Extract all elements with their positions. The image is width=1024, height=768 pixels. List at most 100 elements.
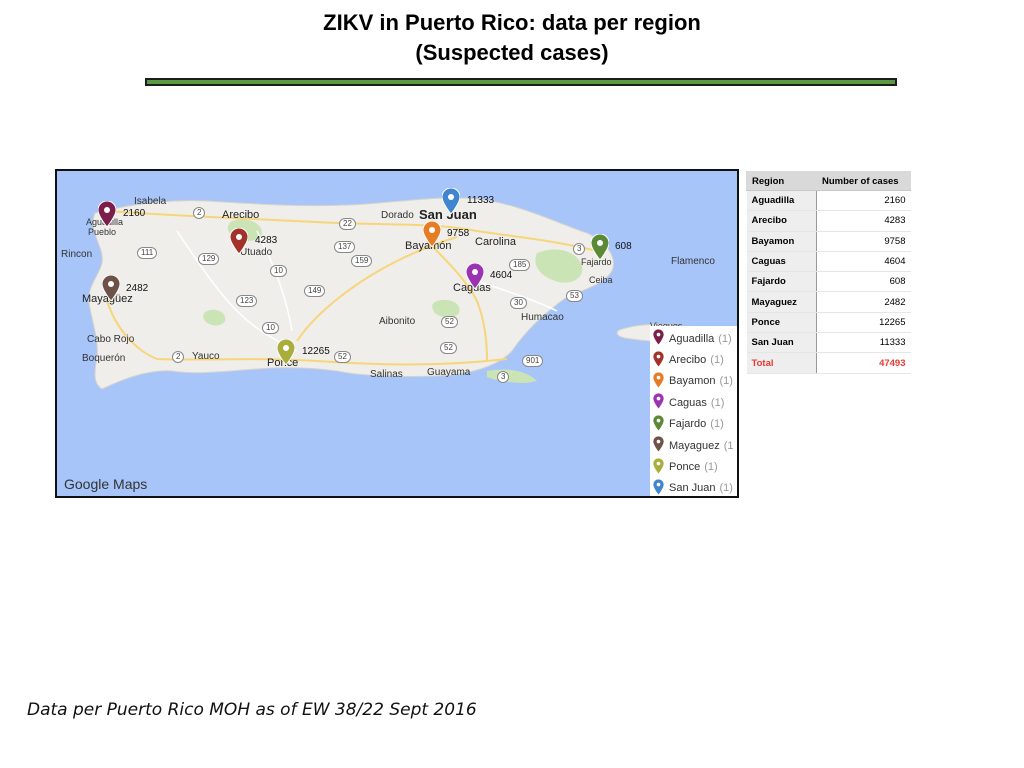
legend-label: Bayamon (669, 375, 716, 388)
map-pin-icon (650, 371, 669, 391)
legend-label: Arecibo (669, 354, 707, 367)
legend-count: (1) (710, 354, 724, 367)
map-marker-aguadilla[interactable] (97, 200, 117, 228)
region-cell: Caguas (746, 251, 817, 273)
region-cell: Fajardo (746, 271, 817, 293)
map-marker-arecibo[interactable] (229, 227, 249, 255)
cases-cell: 608 (816, 271, 911, 293)
table-row: San Juan 11333 (746, 332, 911, 354)
table-row: Mayaguez 2482 (746, 291, 911, 313)
legend-label: Caguas (669, 396, 707, 409)
place-guayama: Guayama (427, 367, 471, 378)
column-header-cases: Number of cases (816, 171, 911, 191)
place-dorado: Dorado (381, 210, 414, 221)
legend-count: (1) (719, 375, 733, 388)
region-cell: Mayaguez (746, 291, 817, 313)
map-marker-value: 2482 (126, 283, 149, 294)
cases-cell: 4283 (816, 210, 911, 232)
cases-cell: 2482 (816, 291, 911, 313)
road-shield: 149 (304, 285, 326, 297)
legend-item[interactable]: Fajardo (1) (650, 414, 737, 435)
place-yauco: Yauco (192, 351, 220, 362)
legend-count: (1) (718, 332, 732, 345)
table-row: Aguadilla 2160 (746, 190, 911, 212)
map-marker-caguas[interactable] (465, 262, 485, 290)
region-cell: San Juan (746, 332, 817, 354)
cases-cell: 4604 (816, 251, 911, 273)
legend-item[interactable]: Aguadilla (1) (650, 328, 737, 349)
road-shield: 30 (510, 297, 527, 309)
road-shield: 10 (262, 322, 279, 334)
place-rincon: Rincon (61, 249, 93, 260)
road-shield: 22 (339, 218, 356, 230)
column-header-region: Region (746, 171, 817, 191)
map-marker-value: 2160 (123, 208, 146, 219)
road-shield: 159 (351, 255, 373, 267)
road-shield: 129 (198, 253, 220, 265)
map-pin-icon (650, 435, 669, 455)
cases-cell: 11333 (816, 332, 911, 354)
road-shield: 123 (236, 295, 258, 307)
map-legend: Aguadilla (1) Arecibo (1) Bayamon (1) Caguas (1… (650, 326, 737, 496)
cases-cell: 2160 (816, 190, 911, 212)
legend-count: (1) (710, 418, 724, 431)
cases-cell: 9758 (816, 231, 911, 252)
legend-item[interactable]: Bayamon (1) (650, 371, 737, 392)
map-attribution: Google Maps (64, 476, 148, 492)
legend-count: (1 (723, 439, 734, 452)
map-marker-value: 11333 (467, 195, 495, 206)
place-cabo-rojo: Cabo Rojo (87, 334, 135, 345)
legend-item[interactable]: Caguas (1) (650, 392, 737, 413)
title-line-1: ZIKV in Puerto Rico: data per region (323, 10, 701, 35)
map-pin-icon (650, 457, 669, 477)
place-arecibo: Arecibo (222, 209, 260, 221)
place-carolina: Carolina (475, 236, 516, 248)
table-row: Caguas 4604 (746, 251, 911, 273)
cases-cell: 12265 (816, 312, 911, 334)
map-marker-ponce[interactable] (276, 338, 296, 366)
map-marker-value: 4604 (490, 270, 513, 281)
legend-count: (1) (710, 396, 725, 409)
legend-item[interactable]: Arecibo (1) (650, 349, 737, 370)
total-value: 47493 (816, 352, 911, 374)
table-total-row: Total 47493 (746, 352, 911, 374)
road-shield: 901 (522, 355, 544, 367)
region-cell: Arecibo (746, 210, 817, 232)
map-marker-value: 4283 (255, 235, 278, 246)
legend-label: Ponce (669, 461, 701, 474)
legend-label: Aguadilla (669, 332, 715, 345)
legend-item[interactable]: San Juan (1) (650, 478, 737, 496)
table-row: Fajardo 608 (746, 271, 911, 293)
legend-label: San Juan (669, 482, 716, 495)
table-row: Bayamon 9758 (746, 231, 911, 252)
legend-label: Fajardo (669, 418, 707, 431)
page-title: ZIKV in Puerto Rico: data per region (Su… (0, 8, 1024, 68)
table-row: Ponce 12265 (746, 312, 911, 334)
title-divider-bar (145, 78, 897, 86)
map-pin-icon (650, 478, 669, 496)
road-shield: 137 (334, 241, 356, 253)
map-marker-value: 12265 (302, 346, 330, 357)
cases-table: Region Number of cases Aguadilla 2160 Arec… (746, 171, 911, 374)
place-boqueron: Boquerón (82, 353, 126, 364)
total-label: Total (746, 352, 817, 374)
road-shield: 52 (441, 316, 458, 328)
legend-item[interactable]: Ponce (1) (650, 456, 737, 477)
road-shield: 53 (566, 290, 583, 302)
map-pin-icon (650, 350, 669, 370)
legend-item[interactable]: Mayaguez (1 (650, 435, 737, 456)
place-humacao: Humacao (521, 312, 564, 323)
region-cell: Aguadilla (746, 190, 817, 212)
place-pueblo: Pueblo (88, 227, 117, 237)
place-aibonito: Aibonito (379, 316, 416, 327)
map-pin-icon (650, 328, 669, 348)
map-marker-mayaguez[interactable] (101, 274, 121, 302)
place-flamenco: Flamenco (671, 256, 715, 267)
map-marker-bayamon[interactable] (422, 220, 442, 248)
map-marker-san-juan[interactable] (441, 187, 461, 215)
footnote: Data per Puerto Rico MOH as of EW 38/22 … (27, 700, 477, 720)
legend-count: (1) (719, 482, 733, 495)
map-panel[interactable]: Isabela Aguadilla Pueblo Arecibo Dorado … (55, 169, 739, 498)
map-marker-fajardo[interactable] (590, 233, 610, 261)
place-isabela: Isabela (134, 196, 167, 207)
